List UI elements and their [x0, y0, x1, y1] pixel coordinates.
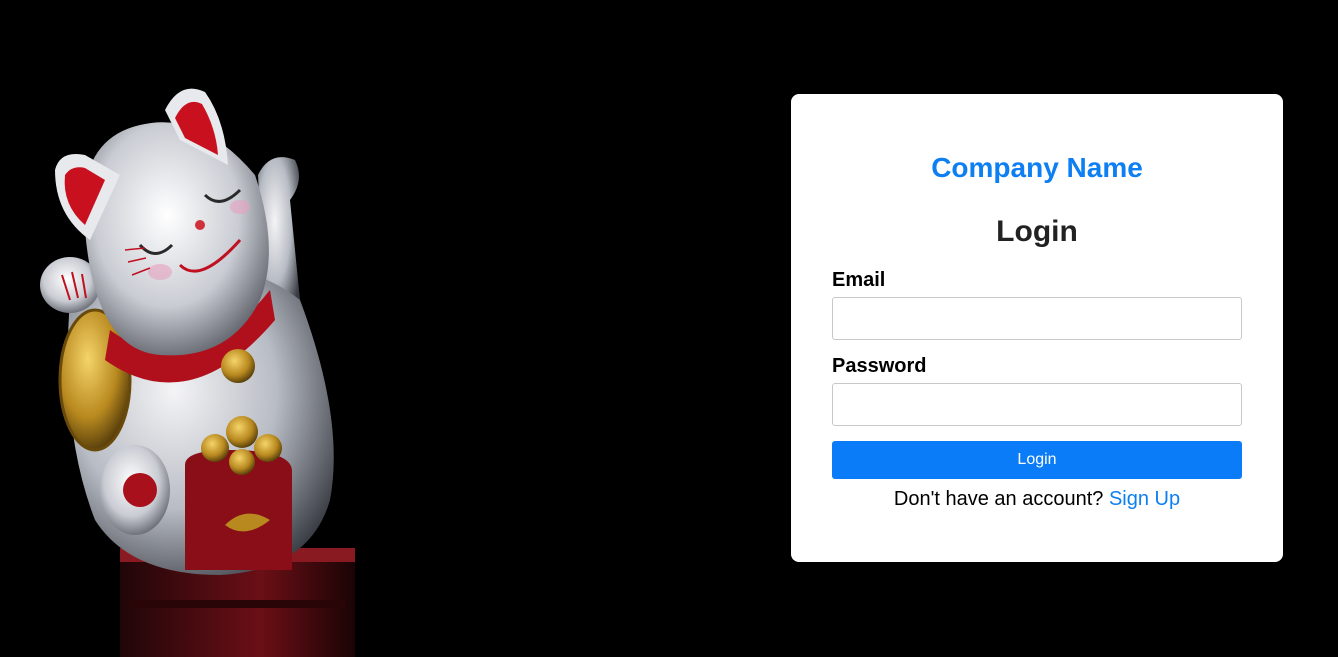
cat-head — [83, 122, 269, 356]
login-page: Company Name Login Email Password Login … — [0, 0, 1338, 657]
golden-bell — [221, 349, 255, 383]
signup-prompt: Don't have an account? — [893, 488, 1104, 510]
email-field[interactable] — [832, 297, 1242, 340]
email-label: Email — [832, 269, 886, 291]
login-button[interactable]: Login — [832, 441, 1242, 479]
login-card: Company Name Login Email Password Login … — [791, 94, 1283, 562]
login-heading: Login — [996, 215, 1078, 248]
signup-link[interactable]: Sign Up — [1109, 488, 1180, 510]
signup-row: Don't have an account? Sign Up — [791, 487, 1283, 511]
company-name: Company Name — [931, 152, 1143, 183]
password-field[interactable] — [832, 383, 1242, 426]
password-label: Password — [832, 355, 927, 377]
lucky-cat-image — [40, 88, 355, 657]
